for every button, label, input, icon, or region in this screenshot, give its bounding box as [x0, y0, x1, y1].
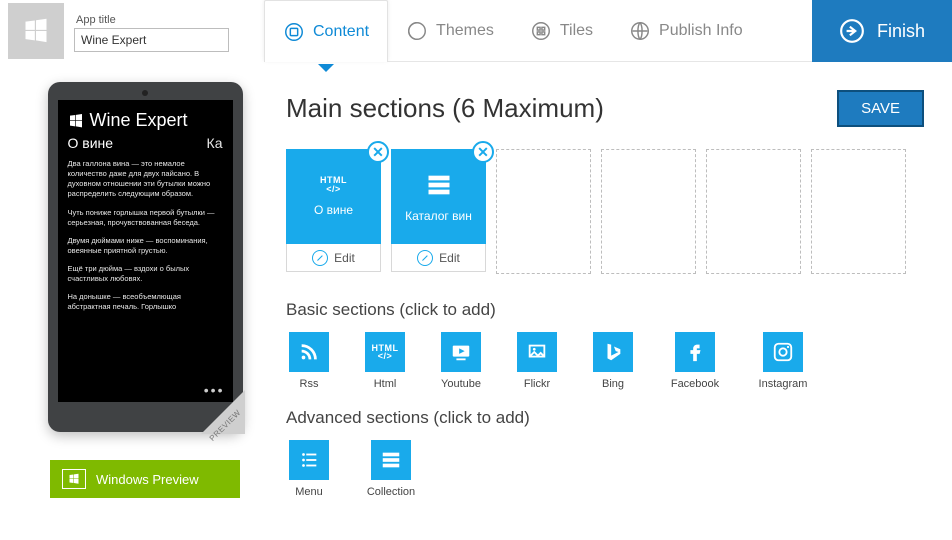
themes-icon: [406, 20, 428, 42]
menu-icon: [298, 449, 320, 471]
youtube-icon: [450, 341, 472, 363]
section-slot-empty[interactable]: [811, 149, 906, 274]
preview-paragraph: На донышке — всеобъемлющая абстрактная п…: [68, 292, 223, 312]
editor-title: Main sections (6 Maximum): [286, 93, 604, 124]
editor-pane: Main sections (6 Maximum) SAVE ✕ HTML</>…: [280, 72, 952, 540]
add-html[interactable]: HTML</> Html: [362, 332, 408, 390]
section-slot-filled: ✕ Каталог вин Edit: [391, 149, 486, 274]
body: Wine Expert О вине Ка Два галлона вина —…: [0, 62, 952, 540]
save-button[interactable]: SAVE: [837, 90, 924, 127]
advanced-sections-label: Advanced sections (click to add): [286, 408, 924, 428]
top-bar: App title Content Themes Tiles Publish I…: [0, 0, 952, 62]
windows-preview-icon: [62, 469, 86, 489]
bing-icon: [602, 341, 624, 363]
section-slot-filled: ✕ HTML</> О вине Edit: [286, 149, 381, 274]
basic-sections-label: Basic sections (click to add): [286, 300, 924, 320]
section-slot-empty[interactable]: [706, 149, 801, 274]
add-flickr[interactable]: Flickr: [514, 332, 560, 390]
phone-screen: Wine Expert О вине Ка Два галлона вина —…: [58, 100, 233, 402]
app-title-group: App title: [74, 0, 254, 62]
pencil-icon: [312, 250, 328, 266]
section-slot-empty[interactable]: [601, 149, 696, 274]
preview-paragraph: Двумя дюймами ниже — воспоминания, овеян…: [68, 236, 223, 256]
preview-corner-tag: PREVIEW: [201, 390, 245, 434]
rss-icon: [298, 341, 320, 363]
add-menu[interactable]: Menu: [286, 440, 332, 498]
content-icon: [283, 21, 305, 43]
preview-section-header: О вине Ка: [68, 135, 223, 151]
section-tile-html[interactable]: ✕ HTML</> О вине: [286, 149, 381, 244]
app-title-label: App title: [74, 14, 254, 26]
instagram-icon: [772, 341, 794, 363]
add-bing[interactable]: Bing: [590, 332, 636, 390]
windows-preview-label: Windows Preview: [96, 472, 199, 487]
windows-icon: [22, 17, 50, 45]
tab-publish[interactable]: Publish Info: [611, 0, 761, 62]
tab-themes[interactable]: Themes: [388, 0, 512, 62]
edit-section-button[interactable]: Edit: [286, 244, 381, 272]
add-instagram[interactable]: Instagram: [754, 332, 812, 390]
tab-bar: Content Themes Tiles Publish Info: [264, 0, 812, 62]
tab-tiles-label: Tiles: [560, 22, 593, 40]
html-icon: HTML</>: [320, 176, 347, 192]
basic-sections-row: Rss HTML</> Html Youtube Flickr Bing Fac…: [286, 332, 924, 390]
tab-themes-label: Themes: [436, 22, 494, 40]
section-tile-collection[interactable]: ✕ Каталог вин: [391, 149, 486, 244]
add-facebook[interactable]: Facebook: [666, 332, 724, 390]
preview-pane: Wine Expert О вине Ка Два галлона вина —…: [0, 72, 280, 540]
finish-label: Finish: [877, 21, 925, 42]
tab-content[interactable]: Content: [264, 0, 388, 62]
preview-paragraph: Чуть пониже горлышка первой бутылки — се…: [68, 208, 223, 228]
windows-preview-button[interactable]: Windows Preview: [50, 460, 240, 498]
advanced-sections-row: Menu Collection: [286, 440, 924, 498]
remove-section-button[interactable]: ✕: [472, 141, 494, 163]
section-slot-empty[interactable]: [496, 149, 591, 274]
finish-button[interactable]: Finish: [812, 0, 952, 62]
tiles-icon: [530, 20, 552, 42]
publish-icon: [629, 20, 651, 42]
phone-frame: Wine Expert О вине Ка Два галлона вина —…: [48, 82, 243, 432]
flickr-icon: [526, 341, 548, 363]
add-rss[interactable]: Rss: [286, 332, 332, 390]
facebook-icon: [684, 341, 706, 363]
preview-paragraph: Ещё три дюйма — вздохи о былых счастливы…: [68, 264, 223, 284]
section-slots: ✕ HTML</> О вине Edit ✕ Каталог вин: [286, 149, 924, 274]
arrow-right-circle-icon: [839, 18, 865, 44]
editor-header: Main sections (6 Maximum) SAVE: [286, 90, 924, 127]
tab-tiles[interactable]: Tiles: [512, 0, 611, 62]
remove-section-button[interactable]: ✕: [367, 141, 389, 163]
tab-content-label: Content: [313, 23, 369, 41]
windows-logo-box: [8, 3, 64, 59]
add-collection[interactable]: Collection: [362, 440, 420, 498]
collection-icon: [425, 171, 453, 199]
app-title-input[interactable]: [74, 28, 229, 52]
windows-icon: [68, 113, 84, 129]
collection-icon: [380, 449, 402, 471]
edit-section-button[interactable]: Edit: [391, 244, 486, 272]
add-youtube[interactable]: Youtube: [438, 332, 484, 390]
preview-paragraph: Два галлона вина — это немалое количеств…: [68, 159, 223, 200]
tab-publish-label: Publish Info: [659, 22, 743, 40]
preview-app-name: Wine Expert: [68, 110, 223, 131]
html-icon: HTML</>: [372, 344, 399, 360]
pencil-icon: [417, 250, 433, 266]
